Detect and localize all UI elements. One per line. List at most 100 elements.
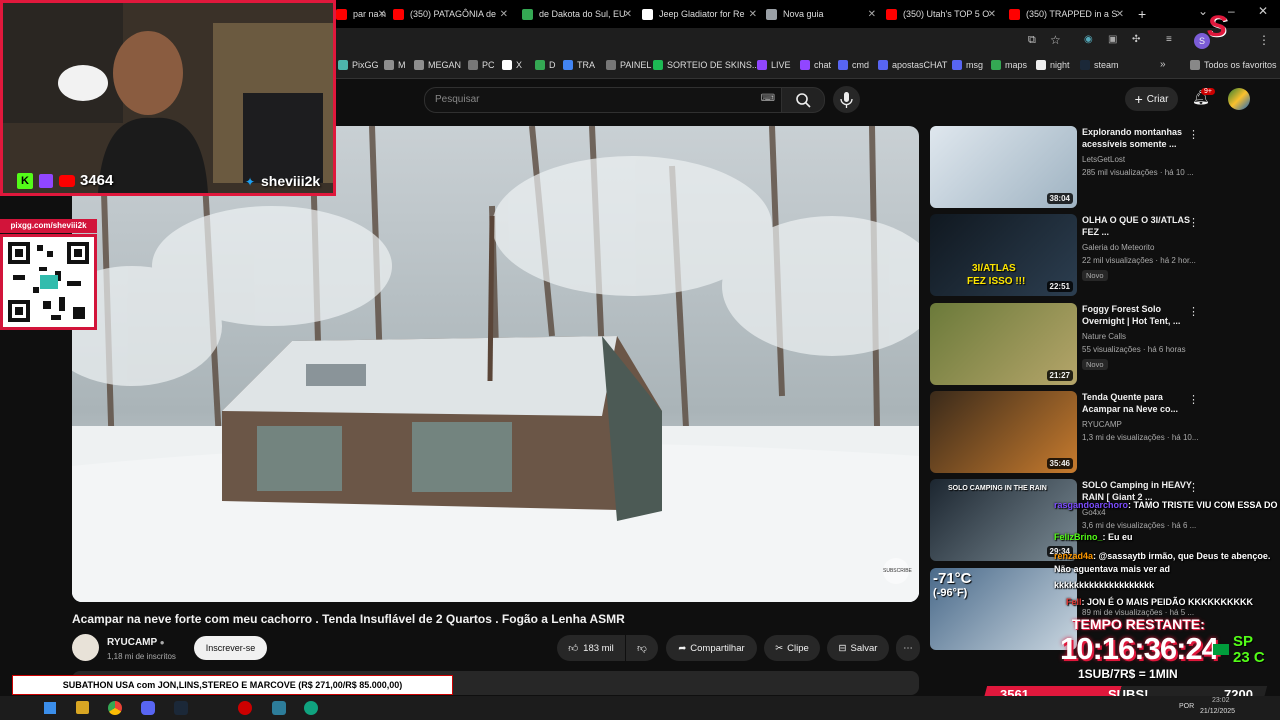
bookmark-item[interactable]: D	[535, 60, 556, 70]
all-bookmarks-button[interactable]: Todos os favoritos	[1190, 60, 1277, 70]
tab-item[interactable]: Nova guia ✕	[766, 4, 876, 24]
chrome-icon[interactable]	[108, 701, 122, 715]
chat-text: : JON É O MAIS PEIDÃO KKKKKKKKKK	[1081, 597, 1254, 607]
recommended-channel[interactable]: Nature Calls	[1082, 332, 1126, 341]
install-icon[interactable]: ⧉	[1028, 34, 1036, 47]
language-indicator[interactable]: POR	[1179, 703, 1194, 710]
more-options-icon[interactable]: ⋮	[1188, 305, 1199, 318]
sub-rule: 1SUB/7R$ = 1MIN	[1078, 667, 1178, 681]
windows-start-icon[interactable]	[44, 702, 56, 714]
more-bookmarks-icon[interactable]: »	[1160, 59, 1166, 70]
tab-item[interactable]: de Dakota do Sul, EU ✕	[522, 4, 632, 24]
more-actions-button[interactable]: ⋯	[896, 635, 920, 661]
clip-button[interactable]: ✂ Clipe	[764, 635, 820, 661]
like-button[interactable]: 👍︎ 183 mil	[557, 635, 625, 661]
bookmark-item[interactable]: steam	[1080, 60, 1119, 70]
app-icon[interactable]	[304, 701, 318, 715]
extension-icon[interactable]: ▣	[1108, 34, 1117, 45]
close-tab-icon[interactable]: ✕	[749, 9, 757, 20]
share-button[interactable]: ➦ Compartilhar	[666, 635, 757, 661]
store-icon[interactable]	[76, 701, 89, 714]
extensions-puzzle-icon[interactable]: ✣	[1132, 34, 1140, 45]
video-thumbnail[interactable]: 38:04	[930, 126, 1077, 208]
thumbnail-text: (-96°F)	[933, 587, 968, 599]
bookmark-star-icon[interactable]: ☆	[1050, 33, 1061, 47]
close-tab-icon[interactable]: ✕	[868, 9, 876, 20]
keyboard-icon[interactable]: ⌨	[761, 93, 775, 104]
dislike-button[interactable]: 👎︎	[626, 635, 658, 661]
tab-item[interactable]: (350) PATAGÔNIA de ✕	[393, 4, 508, 24]
recommended-video[interactable]: 38:04 Explorando montanhas acessíveis som…	[930, 126, 1270, 210]
search-button[interactable]	[781, 87, 825, 113]
more-options-icon[interactable]: ⋮	[1188, 393, 1199, 406]
recommended-title[interactable]: Tenda Quente para Acampar na Neve co...	[1082, 391, 1192, 415]
reading-list-icon[interactable]: ≡	[1166, 34, 1172, 45]
close-tab-icon[interactable]: ✕	[1116, 9, 1124, 20]
bookmark-item[interactable]: LIVE	[757, 60, 791, 70]
bookmark-item[interactable]: msg	[952, 60, 983, 70]
bookmark-label: PAINEL	[620, 60, 652, 70]
bookmark-item[interactable]: MEGAN	[414, 60, 461, 70]
recommended-video[interactable]: 35:46 Tenda Quente para Acampar na Neve c…	[930, 391, 1270, 475]
steam-icon[interactable]	[174, 701, 188, 715]
streamer-handle: sheviii2k	[261, 173, 321, 189]
twitch-icon	[39, 174, 53, 188]
bookmark-item[interactable]: PC	[468, 60, 495, 70]
recommended-meta: 55 visualizações · há 6 horas	[1082, 345, 1186, 354]
subscribe-watermark[interactable]: SUBSCRIBE	[883, 558, 912, 584]
recommended-video[interactable]: 21:27 Foggy Forest Solo Overnight | Hot T…	[930, 303, 1270, 387]
video-frame-snowy-forest-tent	[72, 126, 919, 602]
close-window-icon[interactable]: ✕	[1258, 4, 1268, 18]
bookmark-item[interactable]: M	[384, 60, 406, 70]
bookmark-item[interactable]: maps	[991, 60, 1027, 70]
channel-name[interactable]: RYUCAMP ●	[107, 637, 165, 648]
tab-item[interactable]: (350) Utah's TOP 5 O ✕	[886, 4, 996, 24]
save-button[interactable]: ⊟ Salvar	[827, 635, 889, 661]
bookmark-item[interactable]: PixGG	[338, 60, 379, 70]
recommended-title[interactable]: Explorando montanhas acessíveis somente …	[1082, 126, 1192, 150]
tab-item[interactable]: (350) TRAPPED in a S ✕	[1009, 4, 1124, 24]
voice-search-button[interactable]	[833, 86, 860, 113]
recommended-channel[interactable]: Galeria do Meteorito	[1082, 243, 1154, 252]
recommended-title[interactable]: OLHA O QUE O 3I/ATLAS FEZ ...	[1082, 214, 1192, 238]
bookmark-icon	[838, 60, 848, 70]
close-tab-icon[interactable]: ✕	[988, 9, 996, 20]
video-thumbnail[interactable]: 21:27	[930, 303, 1077, 385]
subathon-banner: SUBATHON USA com JON,LINS,STEREO E MARCO…	[12, 675, 453, 695]
close-tab-icon[interactable]: ✕	[500, 9, 508, 20]
tab-item[interactable]: par na ne✕	[336, 4, 386, 24]
bookmark-item[interactable]: X	[502, 60, 522, 70]
bookmark-item[interactable]: apostasCHAT	[878, 60, 947, 70]
discord-icon[interactable]	[141, 701, 155, 715]
app-icon[interactable]	[238, 701, 252, 715]
video-thumbnail[interactable]: 35:46	[930, 391, 1077, 473]
close-tab-icon[interactable]: ✕	[378, 9, 386, 20]
close-tab-icon[interactable]: ✕	[624, 9, 632, 20]
more-options-icon[interactable]: ⋮	[1188, 481, 1199, 494]
recommended-title[interactable]: Foggy Forest Solo Overnight | Hot Tent, …	[1082, 303, 1192, 327]
more-options-icon[interactable]: ⋮	[1188, 216, 1199, 229]
app-icon[interactable]	[272, 701, 286, 715]
tab-title: Jeep Gladiator for Re	[659, 9, 745, 19]
create-button[interactable]: + Criar	[1125, 87, 1178, 111]
channel-avatar[interactable]	[72, 634, 99, 661]
search-placeholder: Pesquisar	[435, 94, 480, 105]
bookmark-label: D	[549, 60, 556, 70]
more-options-icon[interactable]: ⋮	[1188, 128, 1199, 141]
bookmark-item[interactable]: SORTEIO DE SKINS...	[653, 60, 759, 70]
recommended-channel[interactable]: RYUCAMP	[1082, 420, 1122, 429]
account-avatar[interactable]	[1228, 88, 1250, 110]
extension-icon[interactable]: ◉	[1084, 34, 1093, 45]
bookmark-item[interactable]: TRA	[563, 60, 595, 70]
bookmark-item[interactable]: night	[1036, 60, 1070, 70]
video-player[interactable]: SUBSCRIBE	[72, 126, 919, 602]
tab-item[interactable]: Jeep Gladiator for Re ✕	[642, 4, 757, 24]
recommended-channel[interactable]: LetsGetLost	[1082, 155, 1125, 164]
bookmark-item[interactable]: chat	[800, 60, 831, 70]
bookmark-item[interactable]: PAINEL	[606, 60, 651, 70]
menu-icon[interactable]: ⋮	[1258, 33, 1270, 47]
subscribe-button[interactable]: Inscrever-se	[194, 636, 267, 660]
search-input[interactable]: Pesquisar ⌨	[424, 87, 782, 113]
bookmark-item[interactable]: cmd	[838, 60, 869, 70]
new-tab-button[interactable]: +	[1138, 6, 1146, 22]
